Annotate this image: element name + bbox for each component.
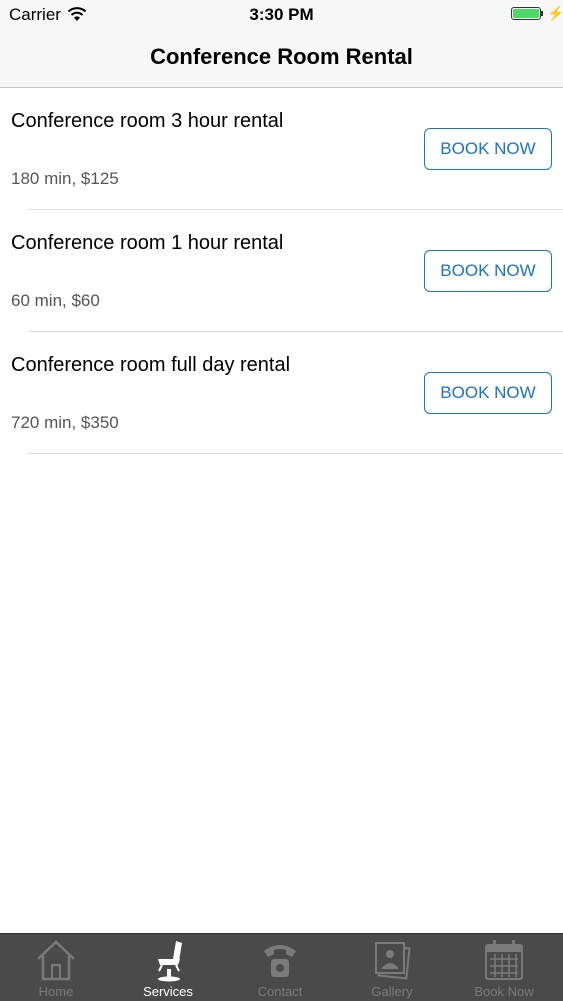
photos-icon [375,942,411,980]
service-row[interactable]: Conference room 3 hour rental 180 min, $… [0,88,563,210]
tab-label: Gallery [371,984,413,999]
services-list: Conference room 3 hour rental 180 min, $… [0,88,563,454]
tab-gallery[interactable]: Gallery [336,934,448,1001]
phone-icon [264,945,296,977]
service-details: 180 min, $125 [11,169,119,188]
tab-contact[interactable]: Contact [224,934,336,1001]
tab-home[interactable]: Home [0,934,112,1001]
service-title: Conference room 3 hour rental [11,110,284,132]
calendar-icon [485,940,523,980]
tab-label: Home [38,984,74,999]
charging-icon: ⚡ [547,5,563,21]
tab-services[interactable]: Services [112,934,224,1001]
page-title: Conference Room Rental [150,44,413,69]
service-row[interactable]: Conference room 1 hour rental 60 min, $6… [0,210,563,332]
salon-chair-icon [158,941,182,982]
row-divider [28,453,563,454]
book-now-button[interactable]: BOOK NOW [424,128,552,170]
service-details: 720 min, $350 [11,413,119,432]
status-bar: Carrier 3:30 PM ⚡ [0,0,563,30]
service-details: 60 min, $60 [11,291,100,310]
book-now-button[interactable]: BOOK NOW [424,372,552,414]
battery-tip [541,11,543,16]
service-title: Conference room full day rental [11,354,291,376]
tab-bar: Home Services Contact Gallery Book Now [0,933,563,1001]
book-now-button[interactable]: BOOK NOW [424,250,552,292]
battery-icon [511,7,541,20]
service-row[interactable]: Conference room full day rental 720 min,… [0,332,563,454]
tab-book-now[interactable]: Book Now [448,934,560,1001]
service-title: Conference room 1 hour rental [11,232,284,254]
tab-label: Contact [257,984,303,999]
house-icon [37,940,75,981]
status-time: 3:30 PM [249,5,314,24]
tab-label: Book Now [474,984,534,999]
navigation-bar: Conference Room Rental [0,30,563,88]
tab-label: Services [143,984,193,999]
